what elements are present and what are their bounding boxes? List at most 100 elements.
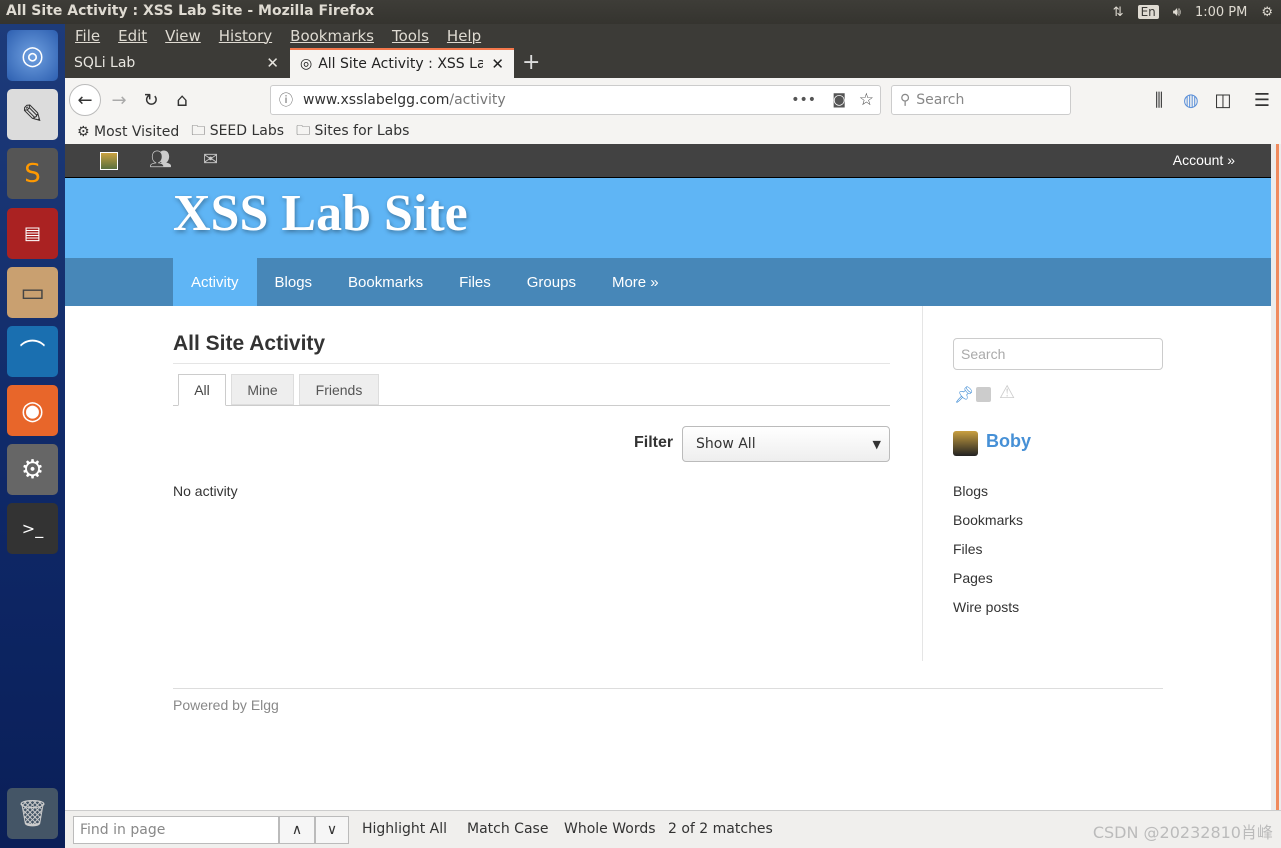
nav-more[interactable]: More » (594, 258, 677, 306)
url-host: www.xsslabelgg.com (303, 92, 450, 108)
sidebar-menu: Blogs Bookmarks Files Pages Wire posts (953, 477, 1023, 622)
site-nav: Activity Blogs Bookmarks Files Groups Mo… (65, 258, 1271, 306)
sublime-icon[interactable]: S (7, 148, 58, 199)
url-bar[interactable]: ⓘ www.xsslabelgg.com/activity ••• ◙ ☆ (270, 85, 881, 115)
firefox-icon[interactable]: ◉ (7, 385, 58, 436)
owner-name-link[interactable]: Boby (986, 431, 1031, 452)
empty-message: No activity (173, 483, 238, 499)
nav-groups[interactable]: Groups (509, 258, 594, 306)
menu-edit[interactable]: Edit (118, 27, 147, 45)
chevron-down-icon: ▼ (872, 437, 881, 451)
network-icon[interactable]: ⇅ (1113, 5, 1124, 20)
sidebar-toggle-icon[interactable]: ◫ (1209, 86, 1237, 114)
bookmark-sites-for-labs[interactable]: 🗀 Sites for Labs (296, 120, 409, 144)
find-previous-button[interactable]: ∧ (279, 816, 315, 844)
dash-icon[interactable]: ◎ (7, 30, 58, 81)
nav-files[interactable]: Files (441, 258, 509, 306)
tabs-underline (173, 405, 890, 406)
menu-help[interactable]: Help (447, 27, 481, 45)
filter-value: Show All (696, 436, 756, 452)
friends-icon[interactable]: 👥︎ (149, 149, 172, 170)
extension-icon[interactable]: ◍ (1177, 86, 1205, 114)
terminal-red-icon[interactable]: ▤ (7, 208, 58, 259)
find-status: 2 of 2 matches (668, 821, 773, 837)
filter-select[interactable]: Show All ▼ (682, 426, 890, 462)
system-top-bar: All Site Activity : XSS Lab Site - Mozil… (0, 0, 1281, 24)
text-editor-icon[interactable]: ✎ (7, 89, 58, 140)
menu-bookmarks[interactable]: Bookmarks (290, 27, 374, 45)
wireshark-icon[interactable]: ⌒ (7, 326, 58, 377)
url-path: /activity (449, 92, 506, 108)
bookmark-label: Sites for Labs (314, 123, 410, 139)
hamburger-menu-icon[interactable]: ☰ (1248, 86, 1276, 114)
rss-icon[interactable] (976, 387, 991, 402)
user-avatar[interactable] (100, 152, 118, 170)
site-favicon-icon: ◎ (300, 56, 313, 72)
menu-view[interactable]: View (165, 27, 201, 45)
back-button[interactable]: ← (69, 84, 101, 116)
info-icon[interactable]: ⓘ (279, 90, 293, 110)
page-title: All Site Activity (173, 332, 326, 355)
sidebar-search-input[interactable]: Search (953, 338, 1163, 370)
tab-all-site-activity[interactable]: ◎ All Site Activity : XSS Lab Site ✕ (290, 48, 514, 78)
navigation-toolbar: ← → ↻ ⌂ ⓘ www.xsslabelgg.com/activity ••… (65, 78, 1281, 120)
nav-bookmarks[interactable]: Bookmarks (330, 258, 441, 306)
owner-avatar[interactable] (953, 431, 978, 456)
report-warning-icon[interactable]: ⚠ (999, 382, 1015, 403)
library-icon[interactable]: ⫼ (1145, 86, 1173, 114)
menu-tools[interactable]: Tools (392, 27, 429, 45)
forward-button[interactable]: → (105, 86, 133, 114)
power-icon[interactable]: ⚙ (1261, 5, 1273, 20)
search-placeholder: Search (916, 92, 965, 108)
nav-blogs[interactable]: Blogs (257, 258, 331, 306)
volume-icon[interactable]: 🔊︎ (1173, 5, 1181, 20)
tab-sqli-lab[interactable]: SQLi Lab ✕ (65, 48, 289, 78)
scrollbar[interactable] (1271, 144, 1281, 810)
bookmark-star-icon[interactable]: ☆ (859, 90, 874, 110)
filter-label: Filter (634, 434, 674, 451)
whole-words-toggle[interactable]: Whole Words (564, 821, 656, 837)
messages-icon[interactable]: ✉ (203, 149, 218, 170)
search-icon: ⚲ (900, 92, 911, 108)
new-tab-button[interactable]: + (522, 50, 540, 75)
search-input[interactable]: ⚲ Search (891, 85, 1071, 115)
keyboard-language[interactable]: En (1137, 5, 1159, 19)
site-title[interactable]: XSS Lab Site (173, 184, 468, 243)
terminal-icon[interactable]: >_ (7, 503, 58, 554)
nav-activity[interactable]: Activity (173, 258, 257, 306)
footer-divider (173, 688, 1163, 689)
sidebar-link-blogs[interactable]: Blogs (953, 477, 1023, 506)
clock[interactable]: 1:00 PM (1195, 5, 1247, 20)
home-button[interactable]: ⌂ (168, 86, 196, 114)
account-menu[interactable]: Account » (1173, 152, 1235, 168)
menu-history[interactable]: History (219, 27, 272, 45)
bookmark-seed-labs[interactable]: 🗀 SEED Labs (191, 120, 284, 144)
footer-powered-by[interactable]: Powered by Elgg (173, 697, 279, 713)
reload-button[interactable]: ↻ (137, 86, 165, 114)
menu-file[interactable]: File (75, 27, 100, 45)
sidebar-link-files[interactable]: Files (953, 535, 1023, 564)
find-next-button[interactable]: ∨ (315, 816, 349, 844)
settings-icon[interactable]: ⚙ (7, 444, 58, 495)
sidebar-link-pages[interactable]: Pages (953, 564, 1023, 593)
pocket-icon[interactable]: ◙ (832, 92, 846, 108)
subtab-mine[interactable]: Mine (231, 374, 294, 405)
trash-icon[interactable]: 🗑︎ (7, 788, 58, 839)
highlight-all-toggle[interactable]: Highlight All (362, 821, 447, 837)
match-case-toggle[interactable]: Match Case (467, 821, 548, 837)
pin-icon[interactable]: 📌︎ (954, 385, 974, 405)
sidebar-link-bookmarks[interactable]: Bookmarks (953, 506, 1023, 535)
page-actions-icon[interactable]: ••• (791, 92, 816, 108)
sidebar-divider (922, 306, 923, 661)
close-tab-icon[interactable]: ✕ (491, 55, 504, 73)
find-input[interactable]: Find in page (73, 816, 279, 844)
subtab-all[interactable]: All (178, 374, 226, 406)
close-tab-icon[interactable]: ✕ (266, 54, 279, 72)
files-icon[interactable]: ▭ (7, 267, 58, 318)
bookmark-most-visited[interactable]: ⚙ Most Visited (77, 124, 179, 140)
sidebar-link-wire-posts[interactable]: Wire posts (953, 593, 1023, 622)
web-page: 👥︎ ✉ Account » XSS Lab Site Activity Blo… (65, 144, 1271, 810)
bookmark-label: Most Visited (94, 124, 180, 140)
subtab-friends[interactable]: Friends (299, 374, 379, 405)
elgg-topbar: 👥︎ ✉ Account » (65, 144, 1271, 178)
